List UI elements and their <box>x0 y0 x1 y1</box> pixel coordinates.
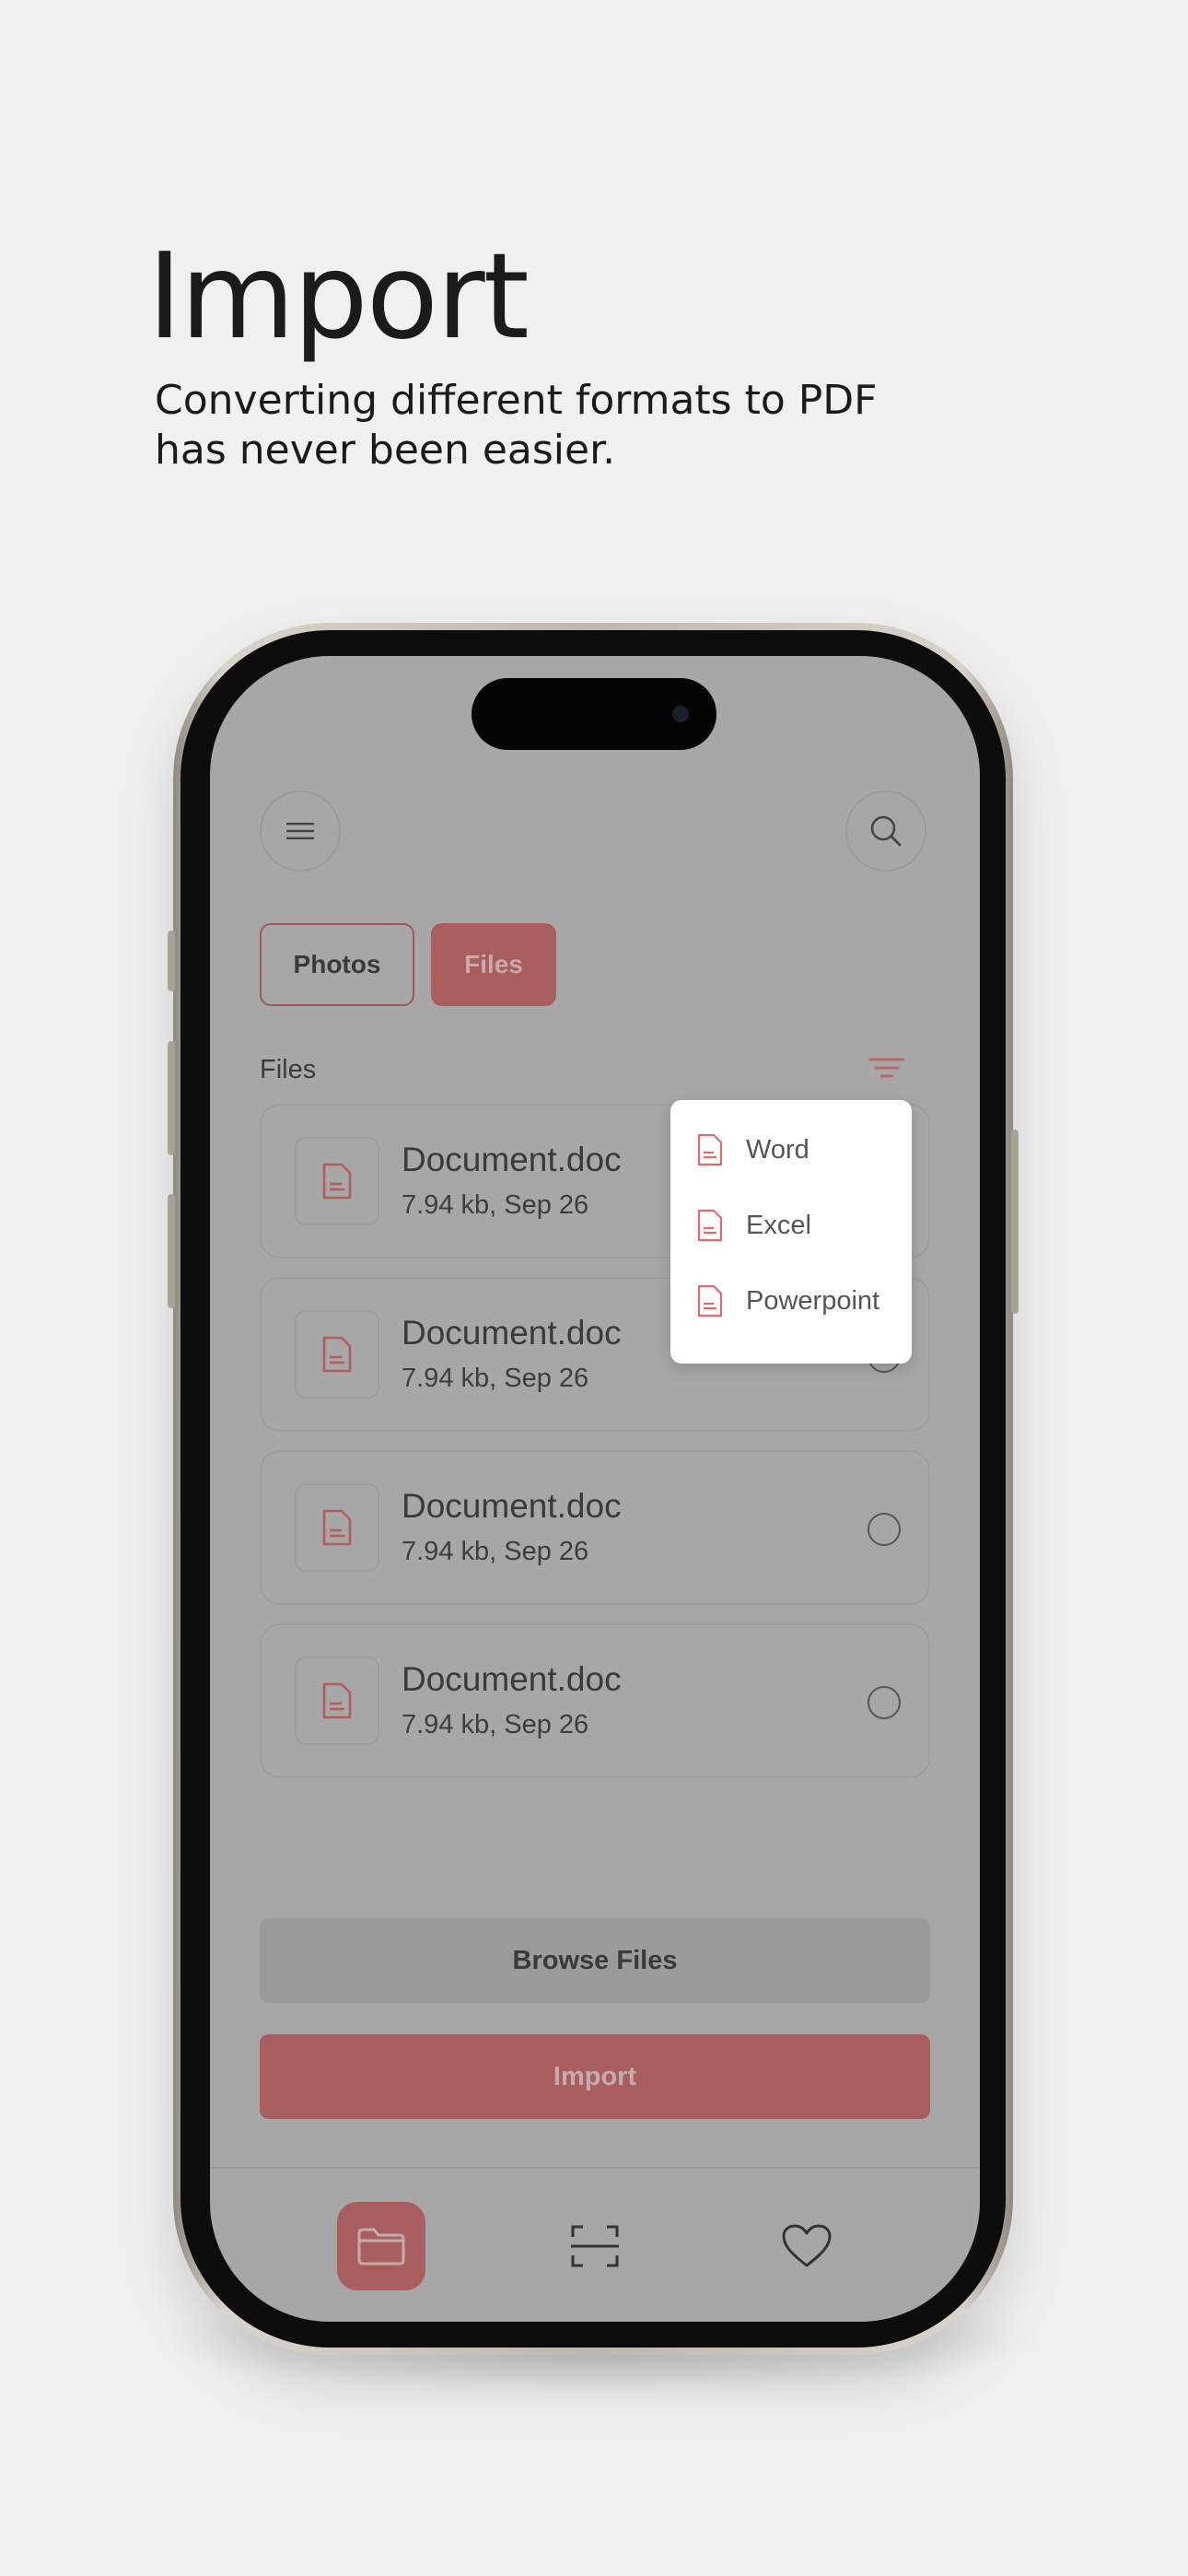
filter-dropdown: Word Excel Powerpoint <box>670 1100 912 1364</box>
nav-scan[interactable] <box>551 2202 639 2290</box>
file-thumbnail <box>295 1483 379 1572</box>
import-button[interactable]: Import <box>260 2034 930 2119</box>
file-name: Document.doc <box>402 1487 622 1525</box>
promo-subtitle-line-1: Converting different formats to PDF <box>155 377 878 424</box>
bottom-nav-divider <box>210 2167 980 2169</box>
scan-icon <box>571 2225 619 2267</box>
file-thumbnail <box>295 1310 379 1399</box>
document-icon <box>697 1284 723 1317</box>
phone-volume-up <box>168 1041 175 1155</box>
filter-option-excel[interactable]: Excel <box>696 1207 811 1244</box>
filter-option-word[interactable]: Word <box>696 1131 809 1168</box>
filter-option-label: Powerpoint <box>746 1285 880 1316</box>
filter-option-label: Excel <box>746 1210 811 1240</box>
phone-power-button <box>1011 1130 1019 1314</box>
phone-volume-down <box>168 1194 175 1308</box>
nav-files[interactable] <box>337 2202 425 2290</box>
document-icon <box>697 1209 723 1242</box>
browse-files-button[interactable]: Browse Files <box>260 1918 930 2003</box>
promo-subtitle: Converting different formats to PDF has … <box>155 376 984 475</box>
search-icon <box>870 815 902 847</box>
app-screen: Photos Files Files Document.doc 7.94 kb,… <box>210 656 980 2322</box>
document-icon <box>322 1509 352 1546</box>
front-camera <box>672 706 689 722</box>
filter-option-powerpoint[interactable]: Powerpoint <box>696 1282 879 1319</box>
filter-option-label: Word <box>746 1134 809 1165</box>
file-select-radio[interactable] <box>868 1513 901 1546</box>
document-icon <box>697 1133 723 1166</box>
file-thumbnail <box>295 1137 379 1225</box>
file-card[interactable]: Document.doc 7.94 kb, Sep 26 <box>260 1623 930 1778</box>
document-icon <box>322 1682 352 1719</box>
file-meta: 7.94 kb, Sep 26 <box>402 1537 589 1566</box>
file-name: Document.doc <box>402 1660 622 1698</box>
filter-icon[interactable] <box>868 1056 906 1083</box>
document-icon <box>322 1336 352 1373</box>
file-meta: 7.94 kb, Sep 26 <box>402 1710 589 1739</box>
file-name: Document.doc <box>402 1141 622 1178</box>
hamburger-menu-icon <box>286 823 314 839</box>
file-meta: 7.94 kb, Sep 26 <box>402 1364 589 1393</box>
promo-subtitle-line-2: has never been easier. <box>155 427 616 474</box>
menu-button[interactable] <box>260 790 341 872</box>
nav-favorites[interactable] <box>763 2202 851 2290</box>
file-thumbnail <box>295 1657 379 1745</box>
file-name: Document.doc <box>402 1314 622 1352</box>
phone-mute-switch <box>168 931 175 991</box>
promo-title: Import <box>147 228 530 366</box>
file-card[interactable]: Document.doc 7.94 kb, Sep 26 <box>260 1450 930 1605</box>
files-section-label: Files <box>260 1055 317 1084</box>
heart-icon <box>782 2224 832 2267</box>
tab-photos[interactable]: Photos <box>260 923 414 1006</box>
tab-files[interactable]: Files <box>431 923 556 1006</box>
folder-icon <box>357 2228 405 2266</box>
file-select-radio[interactable] <box>868 1686 901 1719</box>
search-button[interactable] <box>845 790 926 872</box>
file-meta: 7.94 kb, Sep 26 <box>402 1190 589 1220</box>
dynamic-island <box>472 678 716 750</box>
document-icon <box>322 1163 352 1200</box>
